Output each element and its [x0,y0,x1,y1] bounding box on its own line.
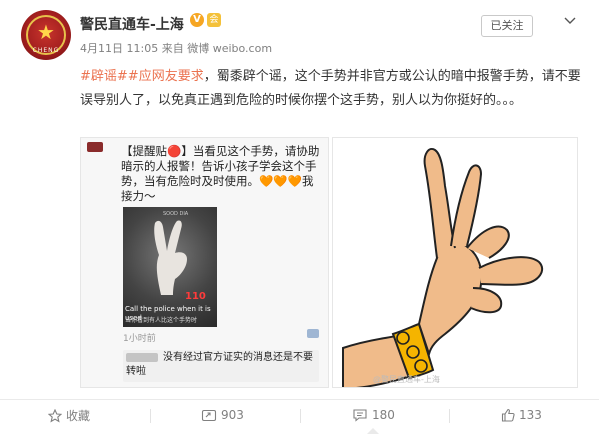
post-image-2[interactable]: @警民直通车-上海 [332,137,578,388]
follow-button[interactable]: 已关注 [481,15,533,37]
photo-caption-2: 当你看到有人比这个手势时 [125,317,198,324]
post-timestamp[interactable]: 4月11日 11:05 [80,42,158,55]
like-button[interactable]: 133 [501,407,542,427]
active-tab-caret [367,428,379,434]
hashtag-link[interactable]: #辟谣# [80,69,128,84]
avatar-text: CHENG [32,47,60,54]
chat-avatar [87,142,103,152]
image-watermark: @警民直通车-上海 [373,375,440,384]
post-text: #辟谣##应网友要求，蜀黍辟个谣，这个手势并非官方或公认的暗中报警手势，请不要误… [80,65,585,113]
chevron-down-icon[interactable] [563,14,577,28]
hand-gesture-icon [154,220,187,295]
member-badge-icon: 会 [207,13,221,27]
chat-comment-icon [307,329,319,338]
hashtag-link-2[interactable]: #应网友要求 [128,69,204,84]
favorite-button[interactable]: 收藏 [47,407,91,427]
star-icon [47,408,63,423]
avatar[interactable]: ★ CHENG [21,10,71,60]
action-separator-3 [449,409,450,423]
share-icon [201,409,217,421]
favorite-label: 收藏 [66,409,91,423]
repost-count: 903 [221,407,244,422]
repost-button[interactable]: 903 [201,407,244,427]
comment-icon [353,408,367,422]
action-bar-divider [0,399,599,400]
photo-number: 110 [185,291,206,302]
verified-badge-icon: V [190,13,204,27]
source-prefix: 来自 [161,42,184,55]
post-meta: 4月11日 11:05 来自 微博 weibo.com [80,40,272,56]
like-icon [501,408,515,422]
post-image-1[interactable]: 【提醒贴🔴】当看见这个手势，请协助暗示的人报警！告诉小孩子学会这个手势，当有危险… [80,137,329,388]
chat-reply-text: 没有经过官方证实的消息还是不要转啦 [126,352,313,377]
chat-time: 1小时前 [123,334,156,344]
post-source: 微博 weibo.com [187,42,273,55]
account-name[interactable]: 警民直通车-上海 [80,14,184,34]
chat-reply: 没有经过官方证实的消息还是不要转啦 [123,350,319,382]
hand-gesture-photo: SOOD DIA 110 Call the police when it is … [123,207,217,327]
like-count: 133 [519,407,542,422]
hand-illustration-icon [342,148,544,387]
chat-post-text: 【提醒贴🔴】当看见这个手势，请协助暗示的人报警！告诉小孩子学会这个手势，当有危险… [121,144,320,203]
action-separator [150,409,151,423]
comment-count: 180 [372,407,395,422]
comment-button[interactable]: 180 [352,407,395,427]
police-emblem-icon: ★ [37,20,55,44]
action-separator-2 [300,409,301,423]
